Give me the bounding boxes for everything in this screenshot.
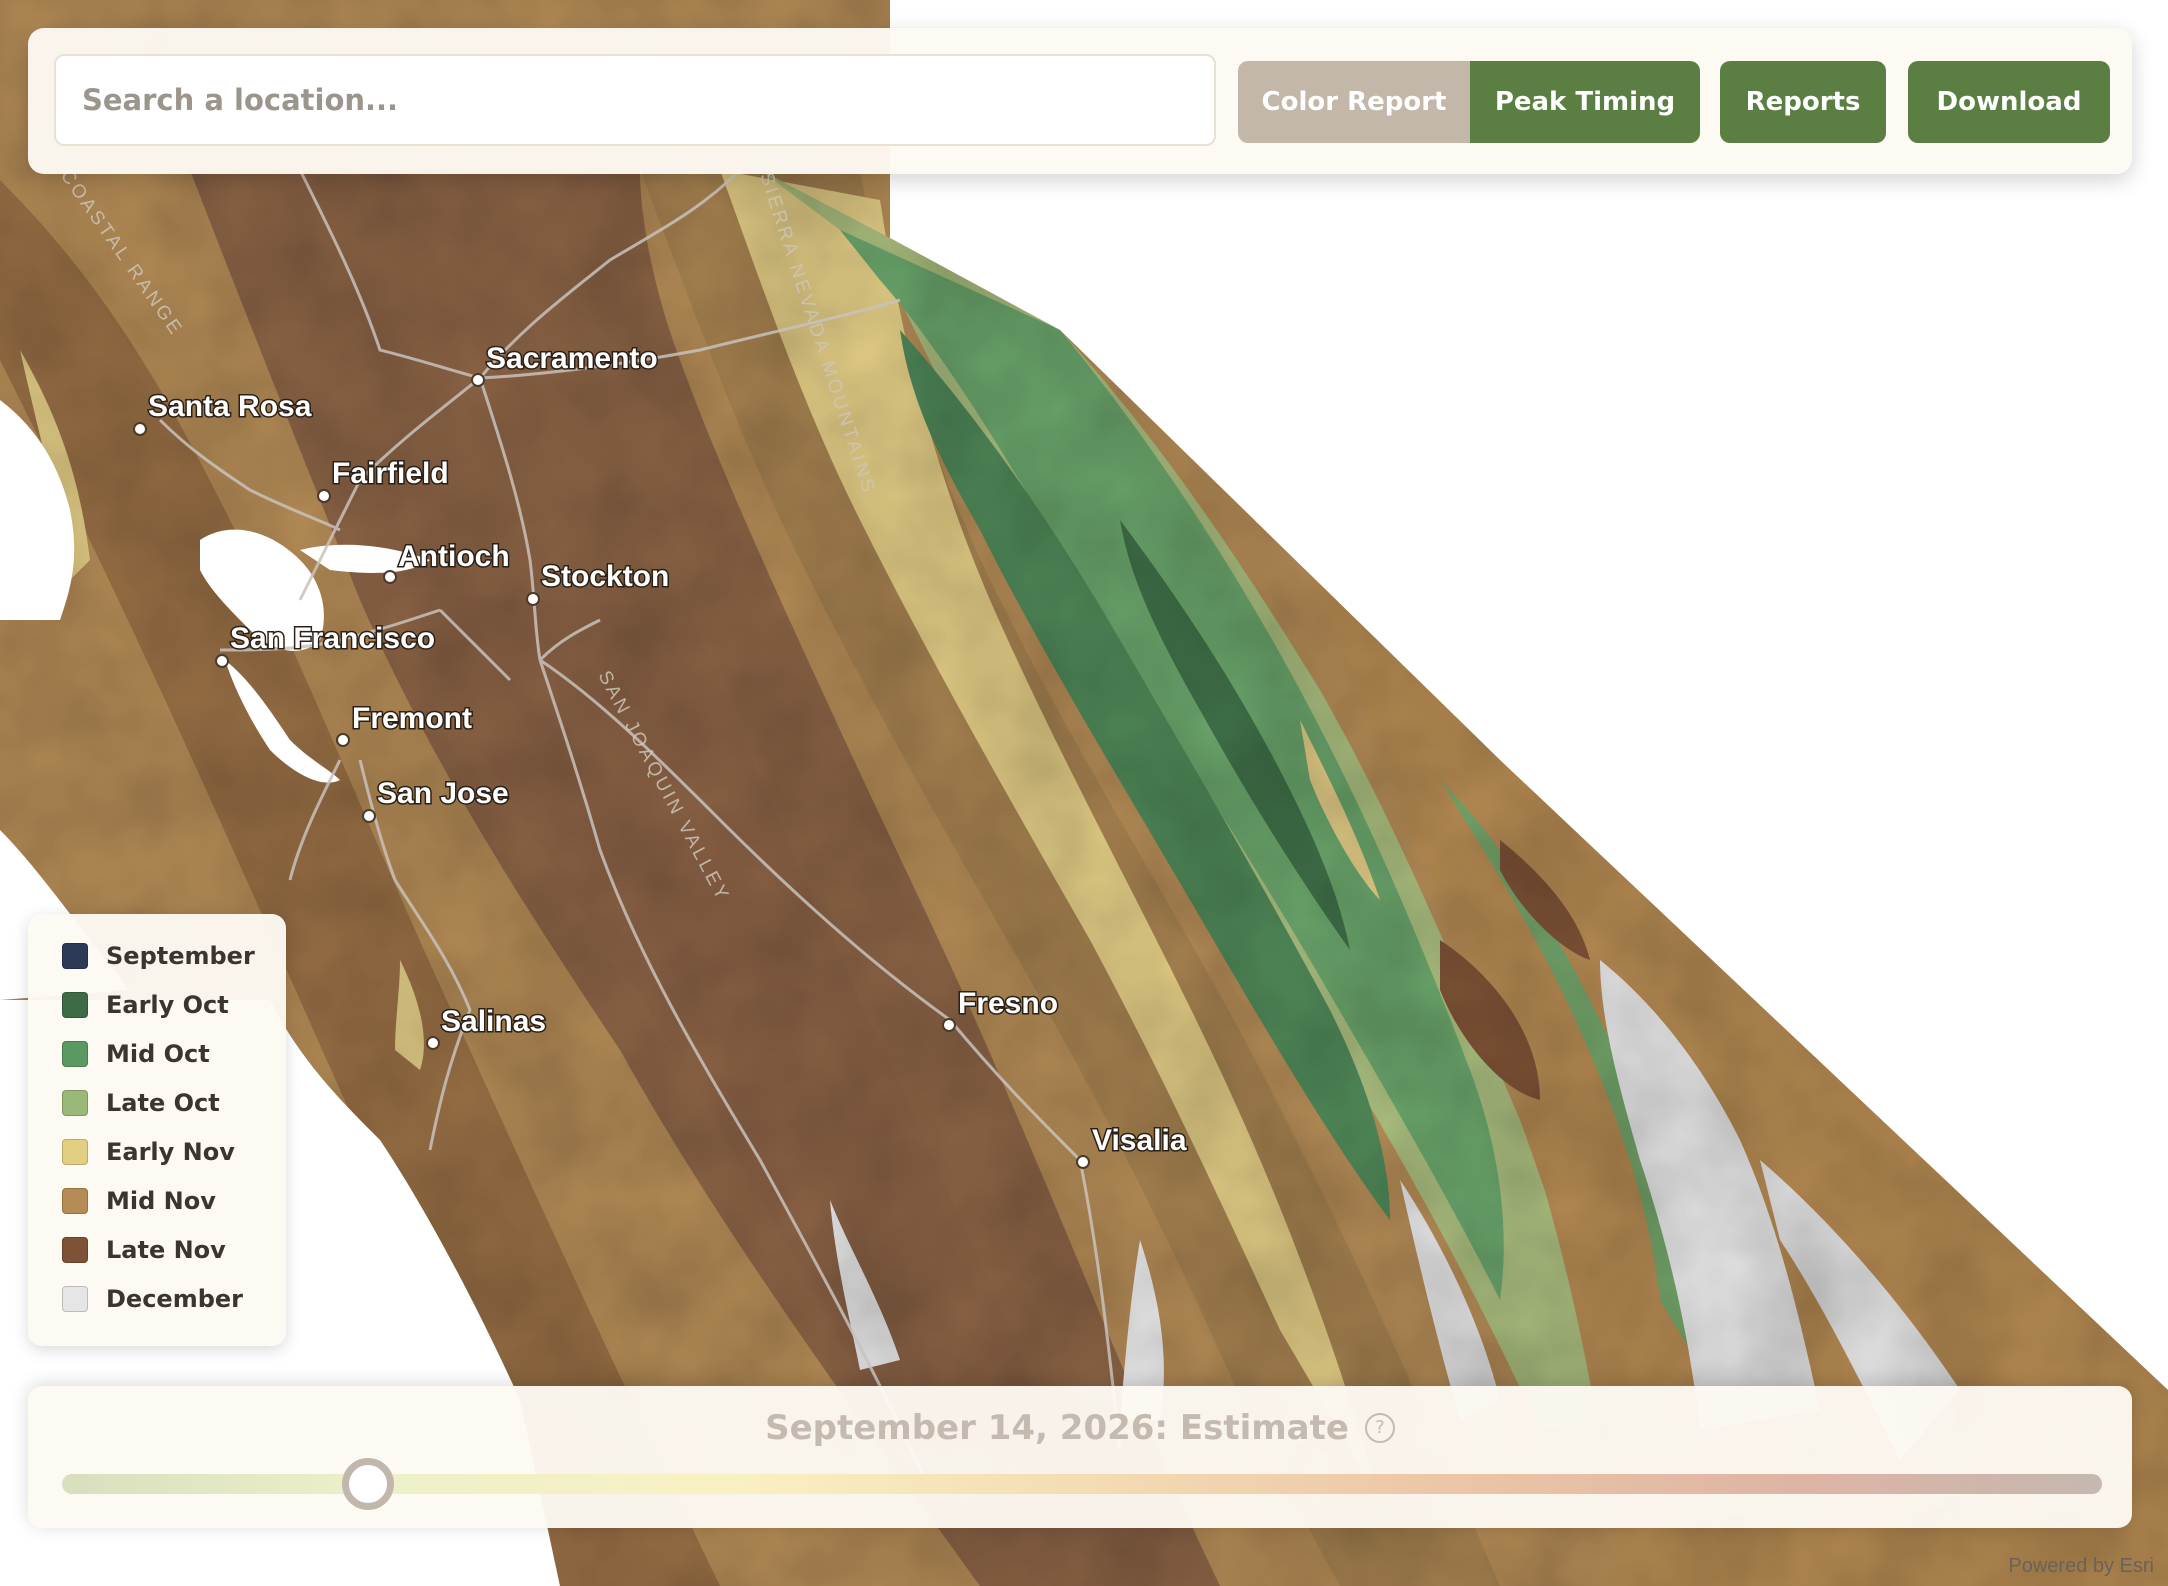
legend-label: Late Oct (106, 1089, 220, 1117)
city-label: San Jose (377, 777, 509, 810)
legend: September Early Oct Mid Oct Late Oct Ear… (28, 914, 286, 1346)
download-button[interactable]: Download (1908, 61, 2110, 143)
legend-item-mid-oct: Mid Oct (62, 1039, 210, 1069)
top-toolbar: Color Report Peak Timing Reports Downloa… (28, 28, 2132, 174)
timeline-date-label: September 14, 2026: Estimate (765, 1408, 1349, 1448)
city-dot (526, 592, 540, 606)
legend-label: December (106, 1285, 244, 1313)
city-label: Fresno (958, 987, 1058, 1020)
legend-swatch (62, 1139, 88, 1165)
city-dot (215, 654, 229, 668)
city-dot (942, 1018, 956, 1032)
legend-swatch (62, 1286, 88, 1312)
color-report-button[interactable]: Color Report (1238, 61, 1470, 143)
peak-timing-button[interactable]: Peak Timing (1470, 61, 1700, 143)
city-label: Santa Rosa (148, 390, 312, 423)
legend-label: Early Nov (106, 1138, 235, 1166)
timeline-title: September 14, 2026: Estimate? (28, 1408, 2132, 1448)
city-dot (336, 733, 350, 747)
legend-swatch (62, 943, 88, 969)
timeline-slider-thumb[interactable] (342, 1458, 394, 1510)
city-dot (133, 422, 147, 436)
city-label: Salinas (441, 1005, 546, 1038)
city-label: Sacramento (486, 342, 658, 375)
map-svg[interactable]: SIERRA NEVADA MOUNTAINS SAN JOAQUIN VALL… (0, 0, 2168, 1586)
legend-item-early-nov: Early Nov (62, 1137, 235, 1167)
city-label: Fremont (352, 702, 472, 735)
city-dot (317, 489, 331, 503)
legend-item-early-oct: Early Oct (62, 990, 229, 1020)
legend-item-december: December (62, 1284, 243, 1314)
legend-swatch (62, 1041, 88, 1067)
legend-item-mid-nov: Mid Nov (62, 1186, 216, 1216)
city-dot (1076, 1155, 1090, 1169)
legend-swatch (62, 1188, 88, 1214)
city-label: Antioch (398, 540, 510, 573)
legend-item-late-oct: Late Oct (62, 1088, 220, 1118)
city-label: San Francisco (230, 622, 435, 655)
legend-label: Late Nov (106, 1236, 226, 1264)
city-dot (471, 373, 485, 387)
question-circle-icon[interactable]: ? (1364, 1413, 1395, 1443)
city-label: Fairfield (332, 457, 449, 490)
city-dot (426, 1036, 440, 1050)
legend-label: Early Oct (106, 991, 229, 1019)
search-input[interactable] (54, 54, 1216, 146)
legend-item-late-nov: Late Nov (62, 1235, 226, 1265)
city-label: Stockton (541, 560, 669, 593)
reports-button[interactable]: Reports (1720, 61, 1886, 143)
city-dot (362, 809, 376, 823)
map-canvas[interactable]: SIERRA NEVADA MOUNTAINS SAN JOAQUIN VALL… (0, 0, 2168, 1586)
legend-item-september: September (62, 941, 255, 971)
legend-label: Mid Nov (106, 1187, 216, 1215)
legend-swatch (62, 992, 88, 1018)
timeline-panel: September 14, 2026: Estimate? (28, 1386, 2132, 1528)
attribution: Powered by Esri (2008, 1555, 2154, 1577)
city-label: Visalia (1092, 1124, 1187, 1157)
legend-label: September (106, 942, 255, 970)
legend-swatch (62, 1237, 88, 1263)
legend-label: Mid Oct (106, 1040, 210, 1068)
legend-swatch (62, 1090, 88, 1116)
city-dot (383, 570, 397, 584)
